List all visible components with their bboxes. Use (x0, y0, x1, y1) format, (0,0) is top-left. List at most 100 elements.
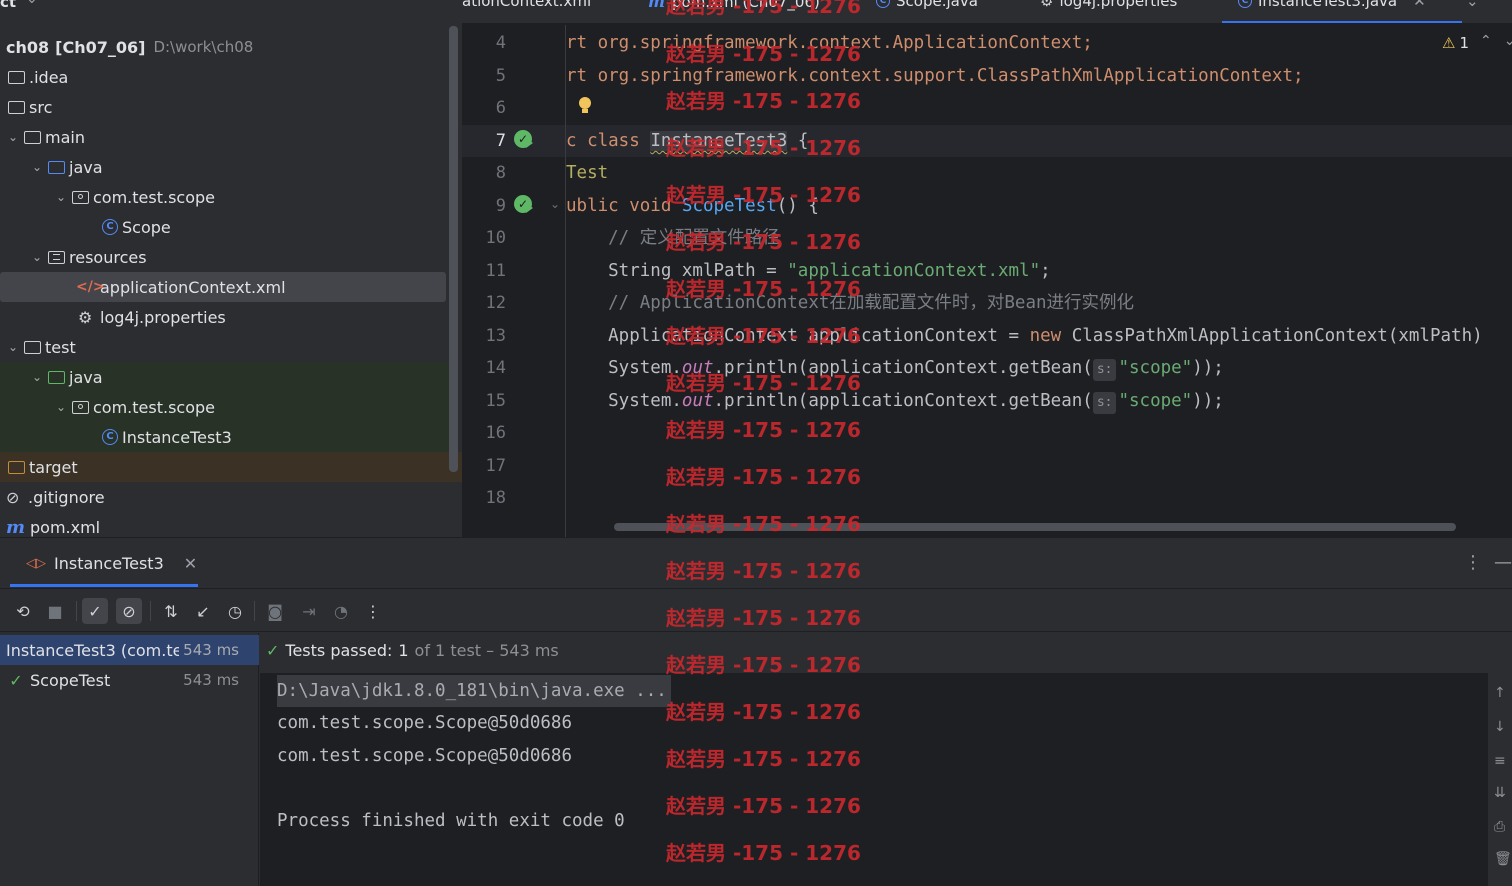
print-icon[interactable]: ⎙ (1494, 819, 1505, 835)
project-scrollbar[interactable] (449, 26, 458, 472)
watermark-text: 赵若男 -175 - 1276 (666, 653, 861, 677)
test-folder-icon (48, 370, 65, 384)
tree-item-target[interactable]: target (0, 452, 462, 482)
export-icon[interactable]: ⇥ (296, 598, 322, 624)
tree-item-applicationcontext-xml[interactable]: </> applicationContext.xml (0, 272, 446, 302)
code-editor[interactable]: 4 5 6 7 8 9 10 11 12 13 14 15 16 17 18 ✓… (462, 25, 1512, 537)
rerun-icon[interactable]: ⟲ (10, 598, 36, 624)
lightbulb-icon[interactable] (578, 97, 592, 115)
test-time: 543 ms (179, 641, 239, 659)
chevron-down-icon[interactable]: ⌄ (54, 400, 68, 414)
minimize-icon[interactable]: — (1494, 552, 1512, 573)
test-time: 543 ms (183, 671, 239, 689)
run-tab-label: InstanceTest3 (54, 554, 164, 573)
tree-item-main-java[interactable]: ⌄ java (0, 152, 450, 182)
test-name: InstanceTest3 (com.te: (6, 640, 188, 660)
test-result-instancetest3[interactable]: InstanceTest3 (com.te: 543 ms (0, 635, 259, 665)
import-tests-icon[interactable]: ↙ (190, 598, 216, 624)
chevron-down-icon[interactable]: ⌄ (6, 340, 20, 354)
tree-item-main[interactable]: ⌄ main (0, 122, 450, 152)
more-options-icon[interactable]: ⋮ (360, 598, 386, 624)
line-number: 11 (485, 261, 506, 281)
active-tab-indicator (1222, 21, 1462, 23)
tab-log4j-properties[interactable]: ⚙ log4j.properties (1040, 0, 1177, 10)
line-number: 7 (495, 131, 506, 151)
arrow-up-icon[interactable]: ↑ (1494, 685, 1506, 701)
code-line-15: System.out.println(applicationContext.ge… (566, 385, 1224, 417)
line-number: 14 (485, 358, 506, 378)
scroll-to-end-icon[interactable]: ⇊ (1494, 785, 1506, 801)
tree-item-instancetest3[interactable]: C InstanceTest3 (0, 422, 450, 452)
tree-item-src[interactable]: src (0, 92, 450, 122)
tab-label: InstanceTest3.java (1258, 0, 1398, 10)
chevron-down-icon[interactable]: ⌄ (30, 370, 44, 384)
warnings-indicator[interactable]: ⚠ 1 (1442, 34, 1469, 52)
sort-icon[interactable]: ⇅ (158, 598, 184, 624)
tree-item-package[interactable]: ⌄ com.test.scope (0, 182, 450, 212)
chevron-down-icon[interactable]: ⌄ (6, 130, 20, 144)
class-icon: C (1238, 0, 1252, 8)
stop-icon[interactable]: ■ (42, 598, 68, 624)
tree-item-resources[interactable]: ⌄ resources (0, 242, 450, 272)
project-header-label[interactable]: ct (0, 0, 16, 11)
fold-icon[interactable]: ⌄ (550, 197, 560, 211)
console-output[interactable]: D:\Java\jdk1.8.0_181\bin\java.exe ... co… (260, 673, 1488, 886)
status-suffix: of 1 test – 543 ms (414, 641, 559, 660)
coverage-icon[interactable]: ◔ (328, 598, 354, 624)
code-line-8: Test (566, 163, 609, 183)
console-line: com.test.scope.Scope@50d0686 (277, 713, 573, 733)
tab-applicationcontext-xml[interactable]: ationContext.xml (462, 0, 591, 10)
tab-label: log4j.properties (1059, 0, 1178, 10)
soft-wrap-icon[interactable]: ≡ (1494, 753, 1506, 769)
warning-icon: ⚠ (1442, 34, 1456, 52)
tree-item-test[interactable]: ⌄ test (0, 332, 450, 362)
tree-item-log4j[interactable]: ⚙ log4j.properties (0, 302, 450, 332)
run-test-icon[interactable]: ✓ (514, 130, 533, 148)
show-passed-icon[interactable]: ✓ (82, 598, 108, 624)
history-icon[interactable]: ◷ (222, 598, 248, 624)
test-result-scopetest[interactable]: ✓ ScopeTest 543 ms (0, 665, 259, 695)
console-command-line[interactable]: D:\Java\jdk1.8.0_181\bin\java.exe ... (277, 675, 671, 707)
module-label: [Ch07_06] (55, 37, 146, 57)
tree-item-label: resources (69, 247, 147, 267)
gear-icon: ⚙ (78, 307, 93, 327)
folder-icon (8, 100, 25, 114)
trash-icon[interactable]: 🗑 (1494, 851, 1512, 867)
arrow-down-icon[interactable]: ↓ (1494, 719, 1506, 735)
tree-item-label: java (69, 367, 103, 387)
chevron-down-icon[interactable]: ⌄ (30, 160, 44, 174)
chevron-down-icon[interactable]: ⌄ (54, 190, 68, 204)
folder-icon (24, 130, 41, 144)
tab-instancetest3-java[interactable]: C InstanceTest3.java ✕ (1238, 0, 1426, 10)
tab-scope-java[interactable]: C Scope.java (876, 0, 978, 10)
line-number: 6 (495, 98, 506, 118)
run-test-icon[interactable]: ✓ (514, 195, 533, 213)
tree-item-test-java[interactable]: ⌄ java (0, 362, 450, 392)
folder-icon (24, 340, 41, 354)
close-icon[interactable]: ✕ (184, 554, 197, 573)
tree-item-idea[interactable]: .idea (0, 62, 450, 92)
chevron-down-icon[interactable]: ⌄ (30, 250, 44, 264)
tree-item-ch08[interactable]: ch08 [Ch07_06] D:\work\ch08 (0, 32, 450, 62)
tree-item-gitignore[interactable]: ⊘ .gitignore (0, 482, 450, 512)
line-number: 8 (495, 163, 506, 183)
chevron-down-icon[interactable]: ⌄ (1466, 0, 1479, 10)
camera-icon[interactable]: ◙ (262, 598, 288, 624)
class-icon: C (876, 0, 890, 8)
run-config-icon: ◁▷ (26, 556, 46, 571)
tree-item-scope[interactable]: C Scope (0, 212, 450, 242)
close-icon[interactable]: ✕ (1413, 0, 1426, 10)
maven-icon: m (6, 516, 26, 538)
chevron-down-icon[interactable]: ⌄ (26, 0, 38, 7)
tree-item-test-package[interactable]: ⌄ com.test.scope (0, 392, 450, 422)
tree-item-pom[interactable]: m pom.xml (0, 512, 450, 538)
more-options-icon[interactable]: ⋮ (1464, 552, 1482, 573)
watermark-text: 赵若男 -175 - 1276 (666, 465, 861, 489)
class-icon: C (102, 219, 118, 235)
run-tab-instancetest3[interactable]: ◁▷ InstanceTest3 ✕ (26, 554, 197, 573)
resources-folder-icon (48, 250, 65, 264)
watermark-text: 赵若男 -175 - 1276 (666, 42, 861, 66)
show-ignored-icon[interactable]: ⊘ (116, 598, 142, 624)
chevron-up-icon[interactable]: ⌃⌄ (1480, 33, 1512, 49)
folder-icon (8, 70, 25, 84)
